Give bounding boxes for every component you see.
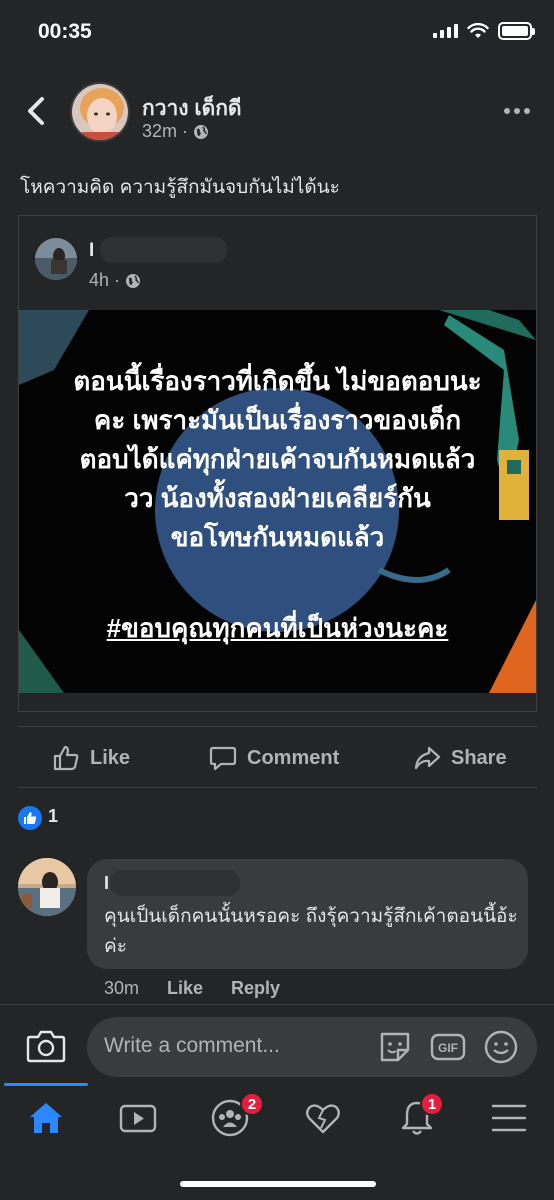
thumbs-up-icon [53, 745, 79, 771]
like-label: Like [90, 746, 131, 769]
shared-author-name-redaction [100, 237, 227, 263]
home-icon[interactable] [26, 1098, 66, 1138]
watch-video-icon[interactable] [118, 1098, 158, 1138]
emoji-icon[interactable] [482, 1028, 520, 1066]
reaction-count[interactable]: 1 [48, 806, 58, 827]
globe-icon [126, 273, 141, 288]
comment-footer: 30m Like Reply [104, 978, 280, 999]
shared-author-initial[interactable]: I [89, 240, 94, 262]
status-icons [433, 22, 535, 40]
more-options-icon[interactable] [504, 108, 530, 114]
globe-icon [194, 124, 209, 139]
share-button[interactable]: Share [413, 742, 507, 774]
dating-heart-icon[interactable] [303, 1098, 343, 1138]
comment-reply-link[interactable]: Reply [231, 978, 280, 999]
nav-active-indicator [4, 1083, 88, 1086]
comment-like-link[interactable]: Like [167, 978, 203, 999]
image-text-block: ตอนนี้เรื่องราวที่เกิดขึ้น ไม่ขอตอบนะ คะ… [19, 362, 536, 557]
commenter-name-redaction [110, 870, 240, 896]
image-text-line: คะ เพราะมันเป็นเรื่องราวของเด็ก [93, 405, 462, 435]
post-time: 32m [142, 121, 178, 141]
image-text-line: ตอนนี้เรื่องราวที่เกิดขึ้น ไม่ขอตอบนะ [73, 366, 482, 396]
post-caption: โหความคิด ความรู้สึกมันจบกันไม่ได้นะ [20, 177, 340, 198]
share-icon [414, 746, 441, 770]
groups-badge: 2 [240, 1092, 264, 1116]
gif-icon[interactable]: GIF [429, 1028, 467, 1066]
shared-post-image[interactable]: ตอนนี้เรื่องราวที่เกิดขึ้น ไม่ขอตอบนะ คะ… [19, 310, 536, 693]
like-button[interactable]: Like [52, 742, 130, 774]
share-label: Share [451, 746, 507, 769]
camera-icon[interactable] [26, 1028, 66, 1064]
svg-text:GIF: GIF [438, 1041, 458, 1055]
commenter-avatar[interactable] [18, 858, 76, 916]
divider [18, 726, 537, 727]
divider [18, 787, 537, 788]
comment-button[interactable]: Comment [209, 742, 339, 774]
image-text-line: ขอโทษกันหมดแล้ว [170, 522, 385, 552]
shared-post-time: 4h [89, 270, 110, 290]
sticker-icon[interactable] [376, 1028, 414, 1066]
author-avatar[interactable] [70, 82, 130, 142]
wifi-icon [467, 23, 489, 38]
shared-post-meta: 4h · [89, 270, 141, 291]
image-hashtag: #ขอบคุณทุกคนที่เป็นห่วงนะคะ [106, 613, 449, 643]
comment-text: คุนเป็นเด็กคนนั้นหรอคะ ถึงรุ้ความรู้สึกเ… [104, 906, 518, 957]
comment-icon [209, 746, 237, 771]
menu-icon[interactable] [489, 1098, 529, 1138]
commenter-initial[interactable]: I [104, 873, 109, 894]
home-indicator [180, 1181, 376, 1187]
comment-input-placeholder: Write a comment... [104, 1034, 280, 1057]
image-text-line: ตอบได้แค่ทุกฝ่ายเค้าจบกันหมดแล้ว [79, 444, 476, 474]
like-reaction-icon[interactable] [18, 806, 42, 830]
comment-label: Comment [247, 746, 340, 769]
back-arrow-icon[interactable] [24, 95, 50, 127]
signal-icon [433, 24, 458, 38]
image-text-line: วว น้องทั้งสองฝ่ายเคลียร์กัน [124, 483, 431, 513]
status-time: 00:35 [38, 20, 92, 43]
battery-icon [498, 22, 535, 40]
comment-time: 30m [104, 978, 140, 998]
post-meta: 32m · [142, 121, 209, 142]
shared-author-avatar[interactable] [35, 238, 77, 280]
notifications-badge: 1 [420, 1092, 444, 1116]
